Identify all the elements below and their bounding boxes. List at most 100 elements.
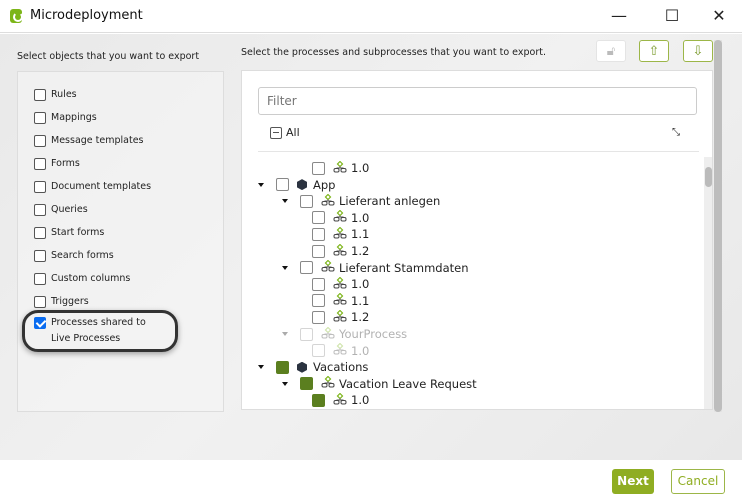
checkbox[interactable] [300,261,313,275]
checkbox[interactable] [34,296,46,308]
collapse-all-icon[interactable]: ⤡ [672,127,680,138]
object-option[interactable]: Search forms [34,250,114,262]
expand-arrow-icon[interactable] [258,365,264,370]
title-bar: Microdeployment — ☐ ✕ [0,0,742,33]
node-label: 1.0 [351,161,370,175]
tree-node[interactable]: 1.0 [306,160,369,176]
tree-node[interactable]: Vacation Leave Request [282,375,477,392]
checkbox[interactable] [34,181,46,193]
process-icon [333,392,351,408]
tree-node[interactable]: 1.1 [306,226,369,242]
tree-scrollbar[interactable] [704,157,712,409]
expand-arrow-icon[interactable] [282,265,288,270]
checkbox[interactable] [34,112,46,124]
option-label: Rules [51,89,77,100]
option-label: Queries [51,204,88,215]
tree-node[interactable]: 1.0 [306,209,370,226]
tree-node[interactable]: Lieferant anlegen [282,193,440,209]
left-heading: Select objects that you want to export [17,51,200,62]
object-option[interactable]: Forms [34,158,80,170]
checkbox[interactable] [300,377,313,391]
checkbox[interactable] [34,250,46,262]
tree-node[interactable]: App [258,177,335,193]
tree-node[interactable]: 1.1 [306,292,370,309]
object-option[interactable]: Triggers [34,296,89,308]
node-label: 1.2 [351,244,370,258]
process-icon [333,226,351,242]
object-option[interactable]: Document templates [34,181,151,193]
expand-arrow-icon[interactable] [282,199,288,204]
node-label: 1.0 [351,210,370,225]
tree-node[interactable]: 1.0 [306,276,369,292]
expand-arrow-icon[interactable] [282,332,288,336]
process-icon [333,309,351,325]
tree-node[interactable]: 1.0 [306,342,369,359]
checkbox[interactable] [34,273,46,285]
process-icon [333,292,351,308]
node-label: 1.2 [351,310,370,325]
select-all[interactable]: All [270,126,300,139]
checkbox[interactable] [312,344,325,358]
checkbox[interactable] [300,194,313,208]
expand-arrow-icon[interactable] [282,381,288,386]
maximize-button[interactable]: ☐ [657,5,687,27]
expand-arrow-icon[interactable] [258,182,264,187]
checkbox[interactable] [312,393,325,407]
checkbox[interactable] [312,310,325,324]
tree-node[interactable]: 1.2 [306,243,369,259]
object-option[interactable]: Rules [34,89,77,101]
checkbox[interactable] [312,277,325,291]
checkbox[interactable] [276,178,289,192]
checkbox[interactable] [34,89,46,101]
object-option[interactable]: Queries [34,204,88,216]
checkbox[interactable] [34,158,46,170]
dialog-scrollbar[interactable] [714,40,722,412]
next-button[interactable]: Next [612,469,654,494]
option-label: Start forms [51,227,105,238]
checkbox[interactable] [34,227,46,239]
tree-node[interactable]: Vacations [258,359,368,375]
process-icon [333,342,351,358]
checkbox[interactable] [312,161,325,175]
checkbox[interactable] [312,244,325,258]
scrollbar-thumb[interactable] [714,40,722,412]
app-icon [297,361,307,373]
lock-button[interactable]: 🔓︎ [596,40,626,62]
checkbox[interactable] [300,327,313,341]
checkbox[interactable] [276,360,289,374]
object-option[interactable]: Message templates [34,135,144,147]
checkbox[interactable] [34,204,46,216]
app-icon [297,179,307,191]
tree-node[interactable]: 1.2 [306,309,369,325]
select-all-checkbox[interactable] [270,126,282,139]
checkbox[interactable] [312,227,325,241]
filter-input[interactable] [258,87,697,115]
node-label: 1.1 [351,293,370,308]
option-label: Custom columns [51,273,131,284]
object-option[interactable]: Start forms [34,227,104,239]
scrollbar-thumb[interactable] [705,167,712,187]
tree-node[interactable]: 1.0 [306,392,369,408]
node-label: Lieferant Stammdaten [339,260,469,275]
checkbox[interactable] [312,294,325,308]
download-button[interactable]: ⇩ [683,40,713,62]
window-title: Microdeployment [30,8,143,23]
option-label: Document templates [51,181,152,192]
object-option[interactable]: Custom columns [34,273,130,285]
process-icon [333,209,351,225]
checkbox[interactable] [34,135,46,147]
tree-node[interactable]: Lieferant Stammdaten [282,259,469,276]
object-option[interactable]: Mappings [34,112,97,124]
node-label: 1.0 [351,393,370,408]
process-tree: All ⤡ 1.0AppLieferant anlegen1.01.11.2Li… [241,70,713,410]
tree-node[interactable]: YourProcess [282,326,407,342]
upload-button[interactable]: ⇧ [639,40,669,62]
node-label: 1.0 [351,277,370,292]
cancel-button[interactable]: Cancel [671,469,725,494]
node-label: Vacation Leave Request [339,376,477,391]
minimize-button[interactable]: — [604,5,634,27]
close-button[interactable]: ✕ [704,5,734,27]
app-logo-icon [10,9,23,23]
checkbox[interactable] [312,211,325,225]
node-label: Lieferant anlegen [339,194,441,209]
